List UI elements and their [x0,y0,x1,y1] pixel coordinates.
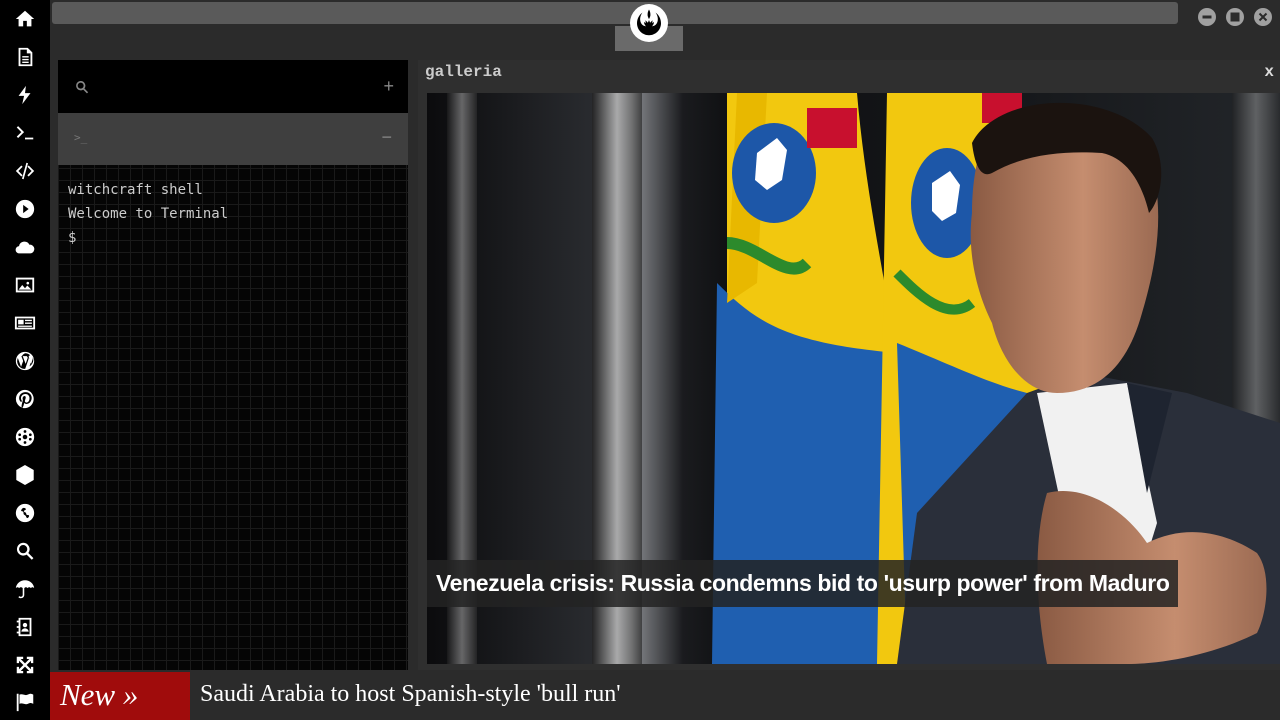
gallery-title: galleria [425,63,502,81]
terminal-line: witchcraft shell [68,182,203,198]
gallery-photo[interactable]: Venezuela crisis: Russia condemns bid to… [427,93,1280,664]
search-icon[interactable] [11,537,39,565]
title-bar [50,0,1280,52]
document-icon[interactable] [11,43,39,71]
wordpress-icon[interactable] [11,347,39,375]
search-icon [74,79,90,95]
news-ticker: New » Saudi Arabia to host Spanish-style… [50,672,1280,720]
contacts-icon[interactable] [11,613,39,641]
terminal-search-bar[interactable]: + [58,60,408,113]
hexagon-network-icon[interactable] [11,461,39,489]
minimize-icon[interactable] [1198,8,1216,26]
ticker-headline[interactable]: Saudi Arabia to host Spanish-style 'bull… [200,672,621,716]
globe-icon[interactable] [11,499,39,527]
home-icon[interactable] [11,5,39,33]
sidebar-rail [0,0,50,720]
terminal-output[interactable]: witchcraft shell Welcome to Terminal $ [68,178,228,250]
umbrella-icon[interactable] [11,575,39,603]
gallery-close-button[interactable]: x [1264,63,1274,81]
snowflake-icon[interactable] [11,423,39,451]
code-icon[interactable] [11,157,39,185]
flag-icon[interactable] [11,688,39,716]
pinterest-icon[interactable] [11,385,39,413]
image-icon[interactable] [11,271,39,299]
cloud-icon[interactable] [11,233,39,261]
close-icon[interactable] [1254,8,1272,26]
terminal-icon[interactable] [11,119,39,147]
address-bar[interactable] [52,2,1178,24]
play-icon[interactable] [11,195,39,223]
lightning-icon[interactable] [11,81,39,109]
rebel-alliance-icon[interactable] [630,4,668,42]
add-tab-button[interactable]: + [383,76,394,97]
expand-icon[interactable] [11,651,39,679]
gallery-panel: galleria x Venezuela crisis: Russia cond… [418,60,1280,670]
newspaper-icon[interactable] [11,309,39,337]
terminal-prompt: $ [68,230,77,246]
terminal-panel: + >_ − witchcraft shell Welcome to Termin… [58,60,408,670]
maximize-icon[interactable] [1226,8,1244,26]
gallery-caption[interactable]: Venezuela crisis: Russia condemns bid to… [427,560,1179,607]
terminal-line: Welcome to Terminal [68,206,229,222]
terminal-prompt-icon: >_ [74,131,88,144]
ticker-new-badge: New » [50,672,190,720]
minimize-tab-button[interactable]: − [381,127,392,148]
terminal-tab[interactable]: >_ − [58,113,408,165]
